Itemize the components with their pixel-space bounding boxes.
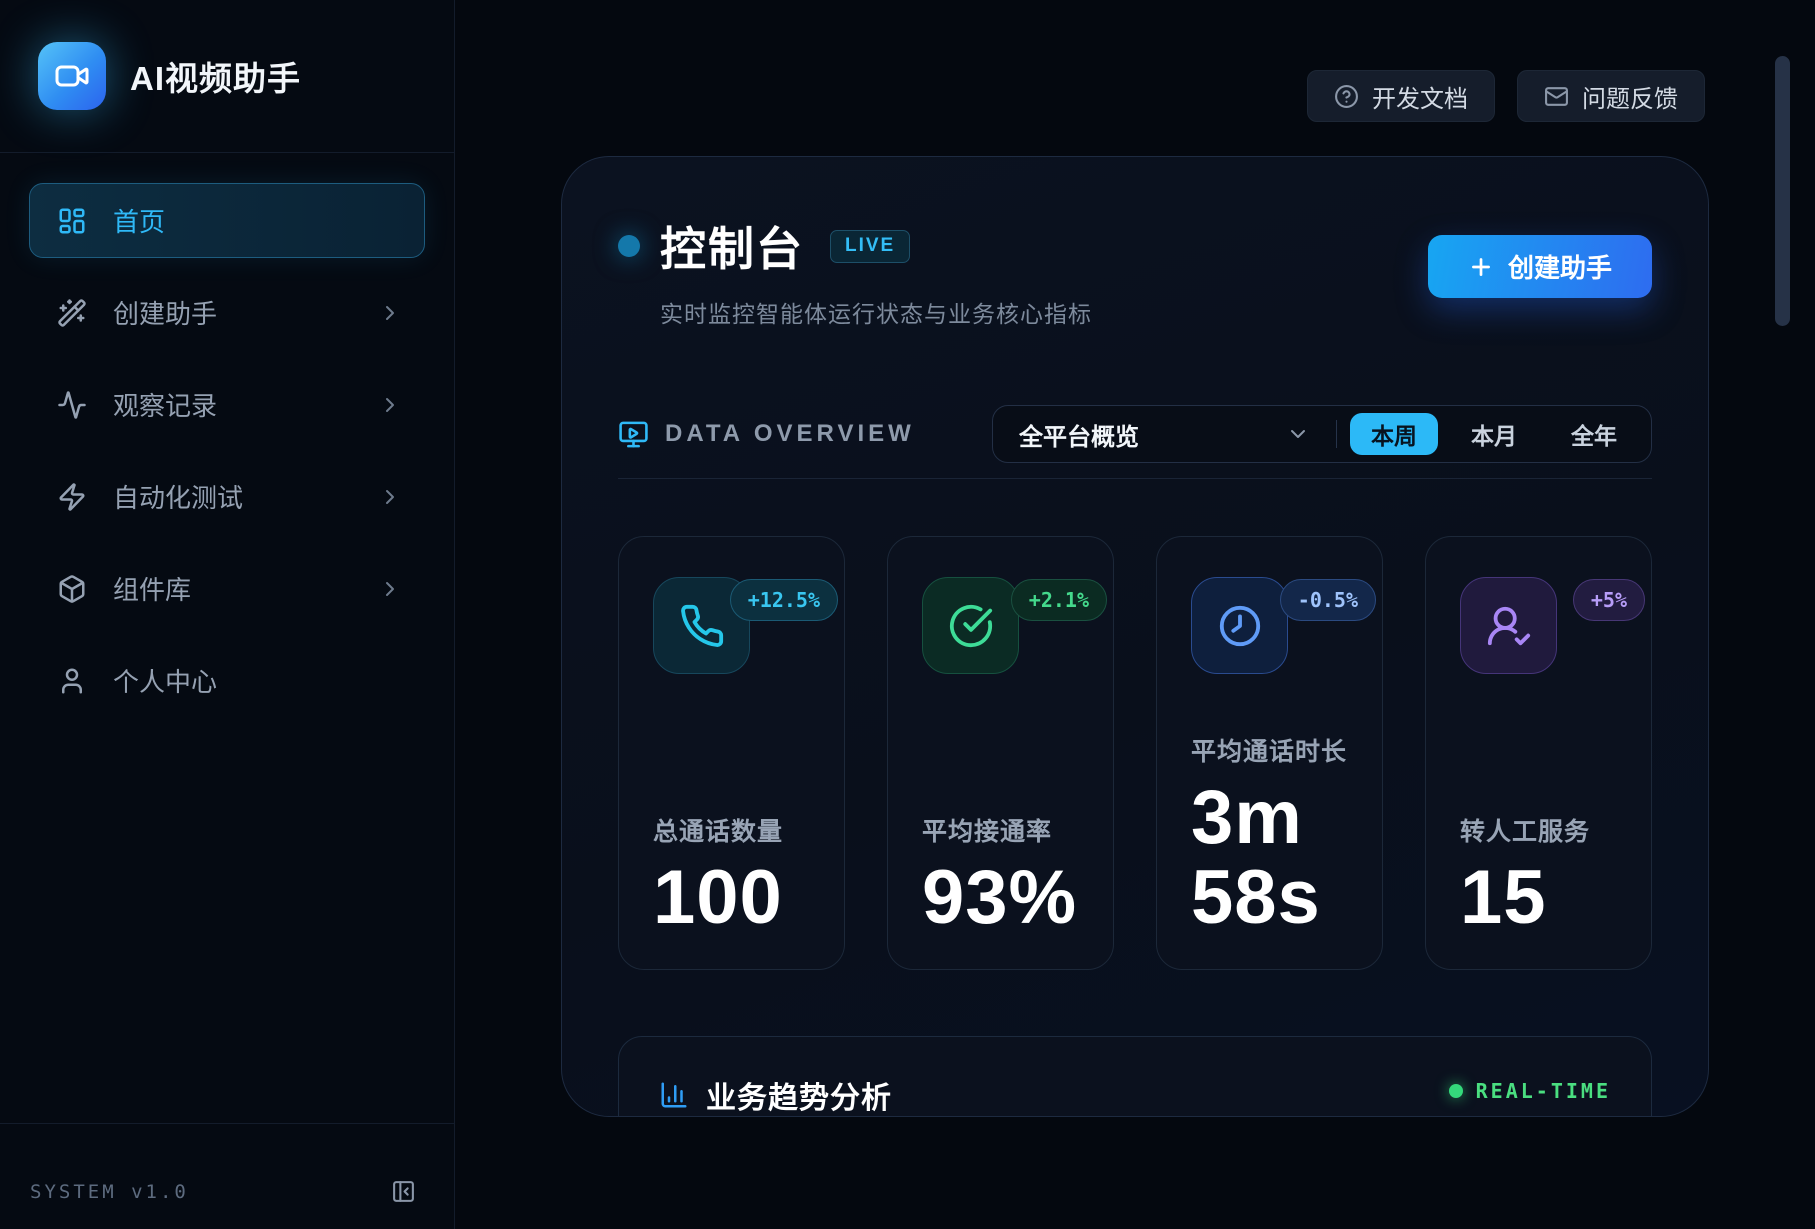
tab-this-month[interactable]: 本月 — [1450, 413, 1538, 455]
sidebar-nav: 首页 创建助手 — [0, 153, 454, 748]
data-overview-heading: DATA OVERVIEW — [618, 419, 915, 450]
scrollbar-thumb[interactable] — [1775, 56, 1790, 326]
box-icon — [56, 573, 88, 605]
stat-value: 100 — [653, 858, 810, 939]
sidebar-item-automated-testing[interactable]: 自动化测试 — [29, 459, 425, 534]
sidebar-item-label: 组件库 — [113, 570, 378, 607]
stat-label: 总通话数量 — [653, 812, 810, 848]
sidebar-item-create-assistant[interactable]: 创建助手 — [29, 275, 425, 350]
trend-heading: 业务趋势分析 — [659, 1073, 892, 1117]
system-version: SYSTEM v1.0 — [30, 1181, 189, 1203]
delta-badge: +2.1% — [1011, 579, 1107, 621]
realtime-label: REAL-TIME — [1476, 1079, 1611, 1103]
stat-value: 3m 58s — [1191, 778, 1348, 939]
period-tabs: 本周 本月 全年 — [1337, 413, 1651, 455]
stat-label: 转人工服务 — [1460, 812, 1617, 848]
create-assistant-button[interactable]: 创建助手 — [1428, 235, 1652, 298]
section-divider — [618, 478, 1652, 479]
dev-docs-button[interactable]: 开发文档 — [1307, 70, 1495, 122]
chevron-down-icon — [1286, 422, 1310, 446]
help-circle-icon — [1334, 84, 1359, 109]
stat-value: 15 — [1460, 858, 1617, 939]
dev-docs-label: 开发文档 — [1372, 79, 1468, 114]
stat-card-avg-duration: -0.5% 平均通话时长 3m 58s — [1156, 536, 1383, 970]
sidebar-item-label: 观察记录 — [113, 386, 378, 423]
sidebar-item-label: 个人中心 — [113, 662, 402, 699]
topbar: 开发文档 问题反馈 — [1307, 70, 1705, 122]
sidebar-item-label: 自动化测试 — [113, 478, 378, 515]
chevron-right-icon — [378, 577, 402, 601]
data-overview-row: DATA OVERVIEW 全平台概览 本周 本月 全年 — [618, 405, 1652, 463]
delta-badge: +12.5% — [730, 579, 838, 621]
sidebar: AI视频助手 首页 创建助手 — [0, 0, 455, 1229]
check-circle-icon — [922, 577, 1019, 674]
stat-label: 平均通话时长 — [1191, 732, 1348, 768]
app-logo — [38, 42, 106, 110]
platform-dropdown-value: 全平台概览 — [1019, 417, 1139, 452]
feedback-button[interactable]: 问题反馈 — [1517, 70, 1705, 122]
realtime-indicator: REAL-TIME — [1449, 1079, 1611, 1103]
wand-icon — [56, 297, 88, 329]
delta-badge: -0.5% — [1280, 579, 1376, 621]
dashboard-icon — [56, 205, 88, 237]
zap-icon — [56, 481, 88, 513]
sidebar-item-component-library[interactable]: 组件库 — [29, 551, 425, 626]
chevron-right-icon — [378, 301, 402, 325]
sidebar-item-label: 创建助手 — [113, 294, 378, 331]
create-assistant-label: 创建助手 — [1508, 248, 1612, 285]
sidebar-footer: SYSTEM v1.0 — [0, 1123, 454, 1229]
clock-icon — [1191, 577, 1288, 674]
user-check-icon — [1460, 577, 1557, 674]
sidebar-item-personal-center[interactable]: 个人中心 — [29, 643, 425, 718]
sidebar-header: AI视频助手 — [0, 0, 454, 153]
monitor-play-icon — [618, 419, 649, 450]
activity-icon — [56, 389, 88, 421]
sidebar-item-home[interactable]: 首页 — [29, 183, 425, 258]
stat-card-answer-rate: +2.1% 平均接通率 93% — [887, 536, 1114, 970]
tab-this-week[interactable]: 本周 — [1350, 413, 1438, 455]
green-status-dot — [1449, 1084, 1463, 1098]
collapse-sidebar-icon[interactable] — [391, 1179, 416, 1204]
stat-cards: +12.5% 总通话数量 100 +2.1% 平均接通率 93% — [618, 536, 1652, 970]
delta-badge: +5% — [1573, 579, 1645, 621]
trend-card: 业务趋势分析 REAL-TIME — [618, 1036, 1652, 1117]
stat-value: 93% — [922, 858, 1079, 939]
sidebar-item-observation-records[interactable]: 观察记录 — [29, 367, 425, 442]
panel-header: 控制台 LIVE 实时监控智能体运行状态与业务核心指标 创建助手 — [618, 213, 1652, 329]
panel-title-block: 控制台 LIVE 实时监控智能体运行状态与业务核心指标 — [618, 213, 1092, 329]
page-title: 控制台 — [660, 213, 804, 279]
data-overview-label: DATA OVERVIEW — [665, 420, 915, 448]
live-badge: LIVE — [830, 230, 910, 263]
title-row: 控制台 LIVE — [618, 213, 1092, 279]
overview-controls: 全平台概览 本周 本月 全年 — [992, 405, 1652, 463]
bar-chart-icon — [659, 1080, 689, 1110]
platform-dropdown[interactable]: 全平台概览 — [993, 417, 1336, 452]
main-content: 开发文档 问题反馈 控制台 LIVE 实时 — [455, 0, 1815, 1229]
stat-card-human-transfer: +5% 转人工服务 15 — [1425, 536, 1652, 970]
sidebar-item-label: 首页 — [113, 202, 402, 239]
chevron-right-icon — [378, 485, 402, 509]
stat-label: 平均接通率 — [922, 812, 1079, 848]
status-dot — [618, 235, 640, 257]
tab-this-year[interactable]: 全年 — [1550, 413, 1638, 455]
user-icon — [56, 665, 88, 697]
mail-icon — [1544, 84, 1569, 109]
chevron-right-icon — [378, 393, 402, 417]
app-window: AI视频助手 首页 创建助手 — [0, 0, 1815, 1229]
video-camera-icon — [54, 58, 90, 94]
page-subtitle: 实时监控智能体运行状态与业务核心指标 — [660, 295, 1092, 329]
feedback-label: 问题反馈 — [1582, 79, 1678, 114]
brand-title: AI视频助手 — [130, 52, 301, 100]
trend-title: 业务趋势分析 — [706, 1073, 892, 1117]
plus-icon — [1468, 254, 1494, 280]
console-panel: 控制台 LIVE 实时监控智能体运行状态与业务核心指标 创建助手 — [561, 156, 1709, 1117]
stat-card-total-calls: +12.5% 总通话数量 100 — [618, 536, 845, 970]
